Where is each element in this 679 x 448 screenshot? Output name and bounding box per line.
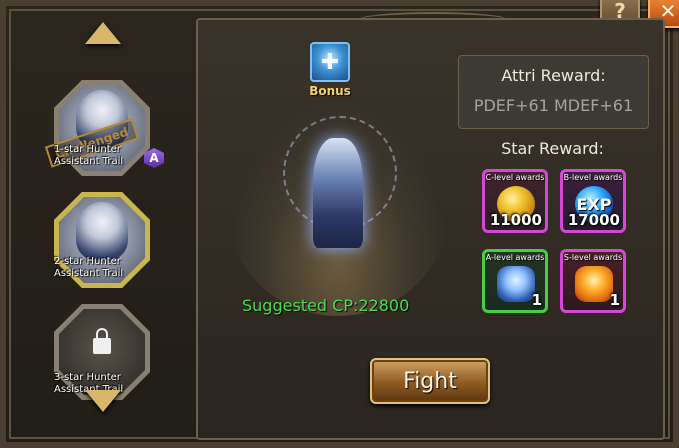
- stage-label-line1: 3-star Hunter: [54, 372, 121, 383]
- stage-1-star[interactable]: Challenged A 1-star Hunter Assistant Tra…: [44, 80, 164, 176]
- fight-button-label: Fight: [403, 368, 457, 394]
- stage-label-line1: 2-star Hunter: [54, 256, 121, 267]
- award-amount: 11000: [489, 211, 542, 229]
- award-a-level[interactable]: A-level awards 1: [482, 249, 548, 313]
- lock-icon: [93, 328, 111, 354]
- award-tag: B-level awards: [563, 173, 623, 182]
- star-reward-title: Star Reward:: [501, 139, 604, 158]
- stage-label: 2-star Hunter Assistant Trail: [54, 256, 174, 280]
- stage-label-line2: Assistant Trail: [54, 156, 124, 167]
- award-tag: S-level awards: [563, 253, 623, 262]
- scroll-up-arrow-icon[interactable]: [84, 22, 121, 44]
- stage-label: 1-star Hunter Assistant Trail: [54, 144, 174, 168]
- blue-crystal-icon: [497, 266, 535, 302]
- attri-reward-box: Attri Reward: PDEF+61 MDEF+61: [458, 55, 649, 129]
- scroll-down-arrow-icon[interactable]: [84, 390, 121, 412]
- award-amount: 1: [531, 291, 542, 309]
- fight-button[interactable]: Fight: [370, 358, 490, 404]
- award-tag: C-level awards: [485, 173, 545, 182]
- award-b-level[interactable]: EXP B-level awards 17000: [560, 169, 626, 233]
- stage-label-line2: Assistant Trail: [54, 268, 124, 279]
- stage-label-line1: 1-star Hunter: [54, 144, 121, 155]
- award-amount: 17000: [567, 211, 620, 229]
- award-c-level[interactable]: C-level awards 11000: [482, 169, 548, 233]
- stage-list: Challenged A 1-star Hunter Assistant Tra…: [30, 20, 175, 430]
- topaz-gem-icon: [575, 266, 613, 302]
- cross-icon: ✚: [310, 42, 350, 82]
- award-amount: 1: [609, 291, 620, 309]
- boss-display: [228, 106, 448, 316]
- stage-2-star[interactable]: 2-star Hunter Assistant Trail: [54, 192, 150, 288]
- award-s-level[interactable]: S-level awards 1: [560, 249, 626, 313]
- award-tag: A-level awards: [485, 253, 545, 262]
- stage-3-star[interactable]: 3-star Hunter Assistant Trail: [54, 304, 150, 400]
- bonus-button[interactable]: ✚ Bonus: [308, 42, 352, 98]
- attri-reward-value: PDEF+61 MDEF+61: [473, 96, 634, 115]
- hunter-portrait: [76, 202, 128, 260]
- star-reward-grid: C-level awards 11000 EXP B-level awards …: [482, 169, 630, 315]
- trail-detail-panel: ✚ Bonus Suggested CP:22800 Attri Reward:…: [196, 12, 665, 440]
- bonus-label: Bonus: [309, 84, 351, 98]
- attri-reward-title: Attri Reward:: [501, 66, 606, 85]
- suggested-cp: Suggested CP:22800: [242, 296, 410, 315]
- boss-figure: [313, 138, 363, 248]
